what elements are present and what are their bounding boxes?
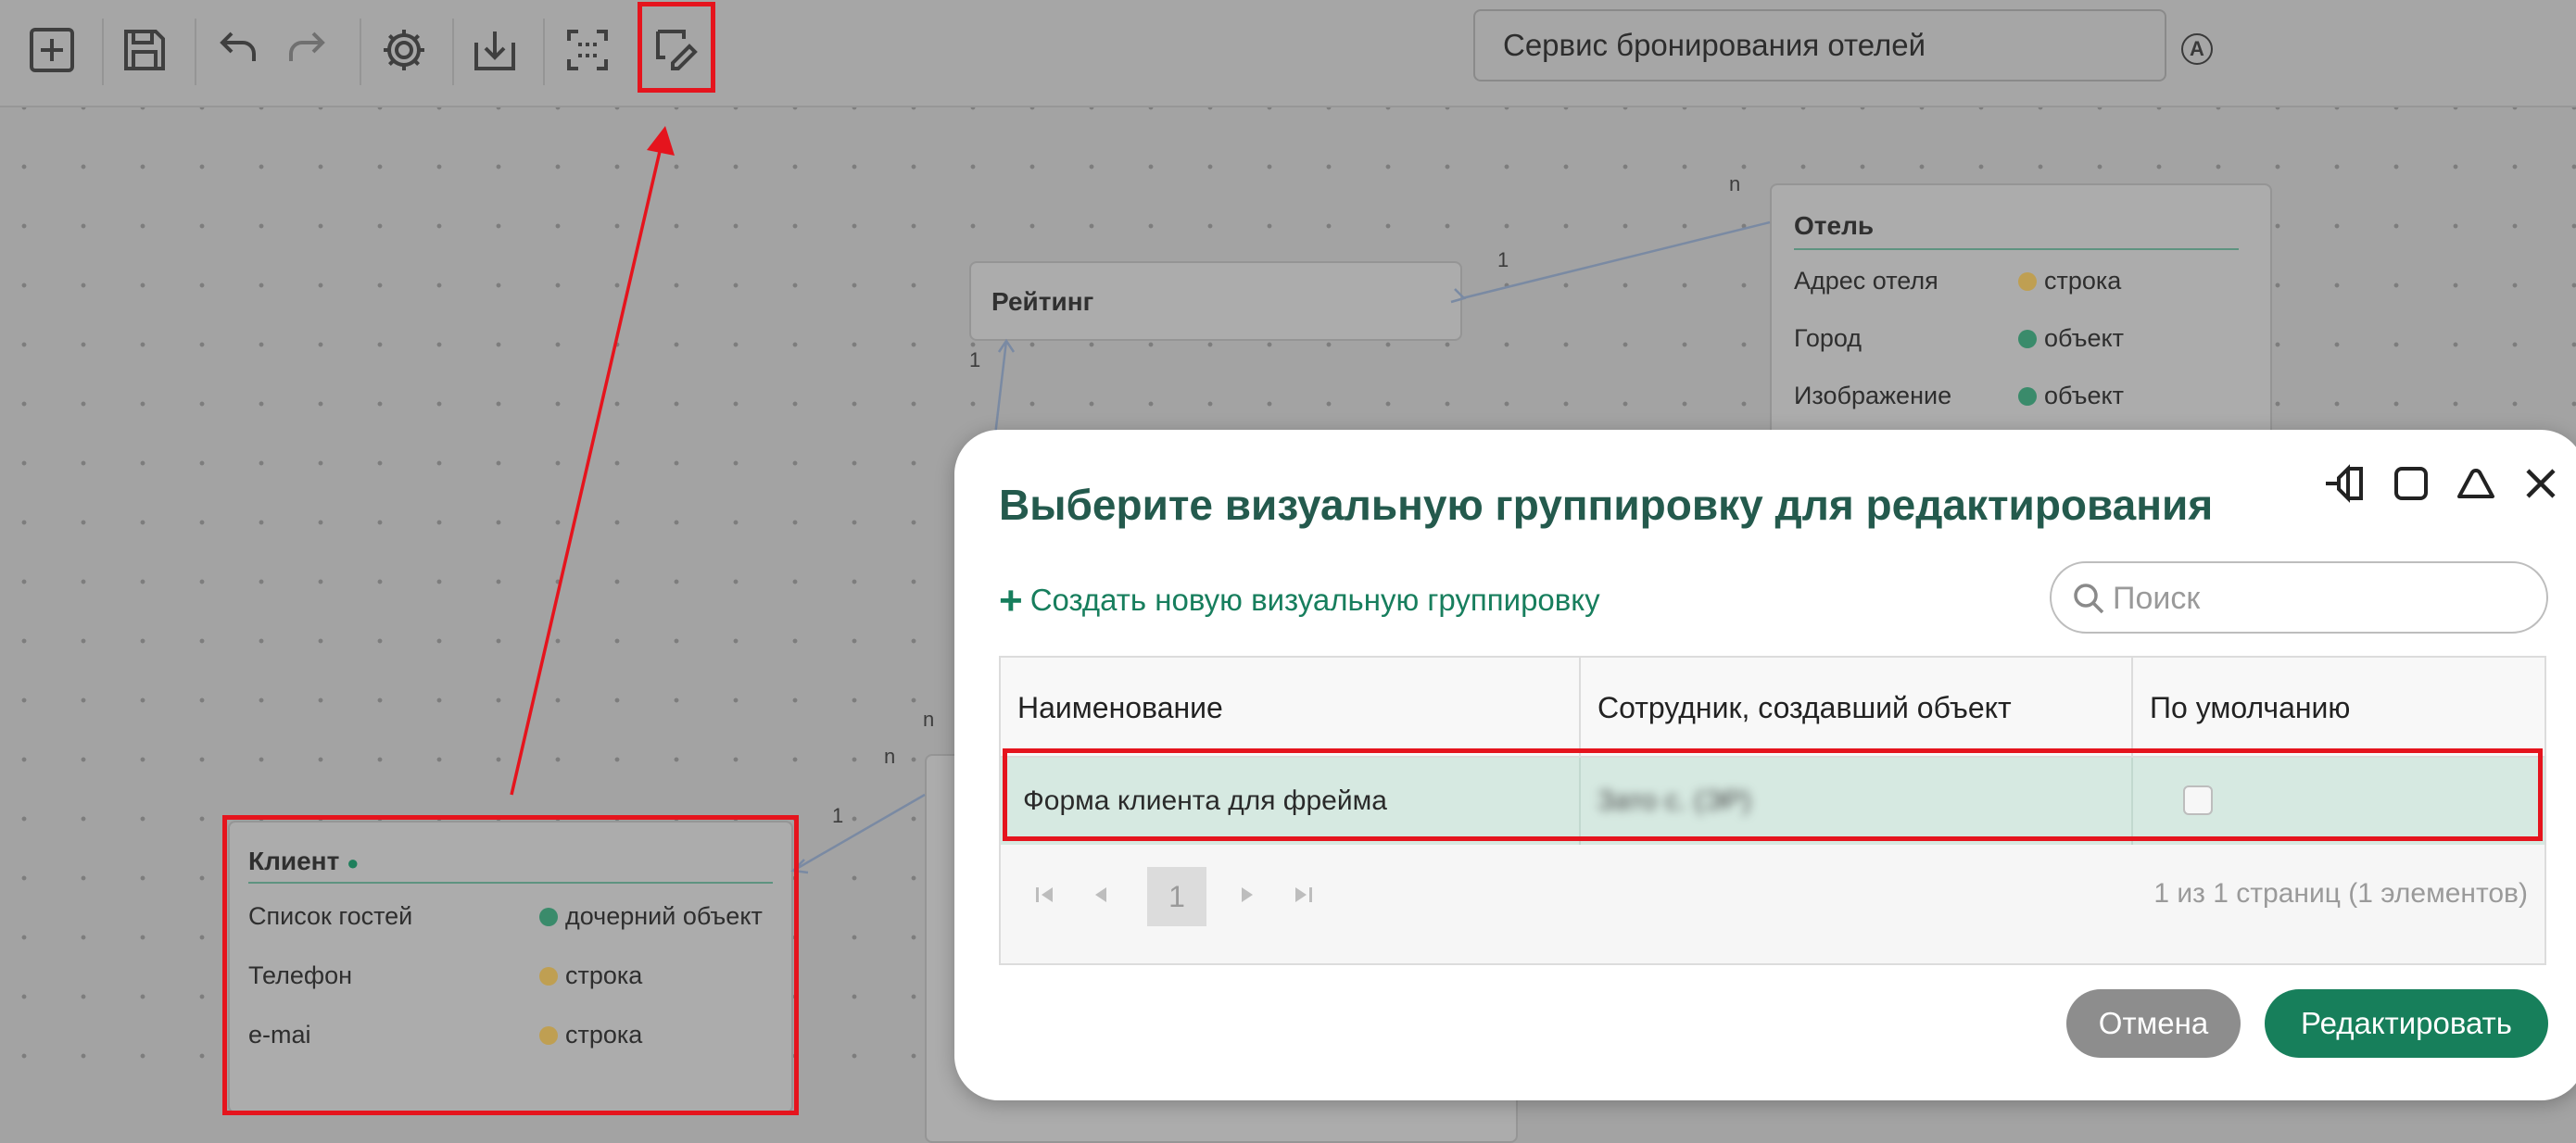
entity-title: Рейтинг [991, 287, 1094, 316]
plus-icon: + [999, 578, 1023, 623]
cancel-button[interactable]: Отмена [2066, 989, 2241, 1058]
toolbar-separator [452, 19, 454, 85]
download-icon [474, 31, 515, 70]
table-header: Наименование Сотрудник, создавший объект… [1001, 658, 2544, 758]
multiplicity-label: n [1729, 172, 1741, 195]
type-dot [2018, 330, 2037, 348]
column-header-default[interactable]: По умолчанию [2150, 691, 2350, 725]
first-page-button[interactable] [1027, 876, 1064, 913]
next-page-button[interactable] [1229, 876, 1266, 913]
prev-page-button[interactable] [1082, 876, 1119, 913]
next-page-icon [1242, 887, 1253, 902]
field-type: объект [2018, 382, 2124, 410]
undo-button[interactable] [200, 17, 271, 83]
column-header-author[interactable]: Сотрудник, создавший объект [1597, 691, 2012, 725]
collapse-icon [2457, 469, 2494, 498]
highlight-frame-client [222, 815, 799, 1115]
undo-icon [220, 31, 256, 61]
first-page-icon [1036, 887, 1053, 902]
multiplicity-label: 1 [1497, 248, 1509, 271]
last-page-button[interactable] [1284, 876, 1321, 913]
entity-title: Отель [1794, 211, 1875, 240]
settings-button[interactable] [369, 17, 439, 83]
field-name: Изображение [1794, 382, 1952, 409]
project-title-field[interactable]: Сервис бронирования отелей [1473, 9, 2166, 82]
column-separator[interactable] [2131, 658, 2133, 756]
type-dot [2018, 272, 2037, 291]
column-separator[interactable] [1579, 658, 1581, 756]
redo-button[interactable] [274, 17, 345, 83]
close-icon [2526, 469, 2556, 498]
pager-info: 1 из 1 страниц (1 элементов) [2153, 878, 2528, 909]
save-icon [124, 30, 165, 70]
field-type: объект [2018, 324, 2124, 353]
field-name: Адрес отеля [1794, 267, 1938, 295]
toolbar-separator [195, 19, 196, 85]
language-badge[interactable]: A [2181, 33, 2213, 65]
gear-icon [384, 30, 424, 70]
pin-button[interactable] [2320, 458, 2372, 509]
plus-square-icon [30, 28, 74, 72]
search-field[interactable] [2050, 561, 2548, 634]
search-icon [2074, 584, 2104, 614]
entity-rating[interactable]: Рейтинг [969, 261, 1462, 341]
redo-icon [289, 31, 325, 61]
multiplicity-label: 1 [969, 348, 981, 371]
focus-button[interactable] [552, 17, 623, 83]
maximize-button[interactable] [2385, 458, 2437, 509]
maximize-icon [2394, 467, 2428, 500]
highlight-frame-row [1003, 748, 2543, 841]
pin-icon [2326, 464, 2363, 503]
dialog-title: Выберите визуальную группировку для реда… [999, 481, 2214, 529]
download-button[interactable] [460, 17, 530, 83]
field-type: строка [2018, 267, 2121, 295]
add-button[interactable] [17, 17, 87, 83]
search-input[interactable] [2111, 572, 2522, 624]
highlight-frame-toolbar [638, 2, 715, 93]
last-page-icon [1295, 887, 1312, 902]
close-button[interactable] [2515, 458, 2567, 509]
multiplicity-label: n [884, 745, 896, 768]
field-name: Город [1794, 324, 1863, 352]
toolbar: Сервис бронирования отелей A [0, 0, 2576, 107]
column-header-name[interactable]: Наименование [1017, 691, 1223, 725]
save-button[interactable] [109, 17, 180, 83]
multiplicity-label: n [923, 708, 935, 731]
toolbar-separator [102, 19, 104, 85]
multiplicity-label: 1 [832, 804, 844, 827]
toolbar-separator [543, 19, 545, 85]
current-page[interactable]: 1 [1147, 867, 1206, 926]
create-grouping-link[interactable]: + Создать новую визуальную группировку [999, 578, 1600, 624]
prev-page-icon [1095, 887, 1106, 902]
type-dot [2018, 387, 2037, 406]
collapse-button[interactable] [2450, 458, 2502, 509]
entity-divider [1794, 248, 2239, 250]
toolbar-separator [360, 19, 361, 85]
edit-button[interactable]: Редактировать [2265, 989, 2548, 1058]
focus-icon [567, 30, 608, 70]
pager: 1 1 из 1 страниц (1 элементов) [1001, 848, 2544, 963]
